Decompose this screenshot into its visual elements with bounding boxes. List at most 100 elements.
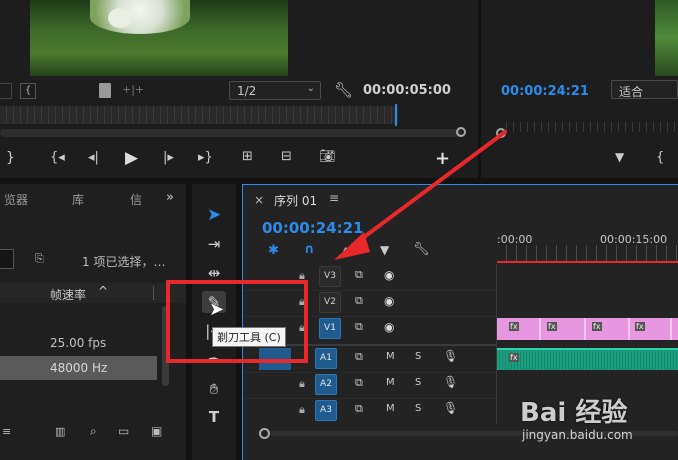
work-area-bar[interactable] [497, 261, 678, 263]
step-forward-icon[interactable]: |▸ [163, 150, 174, 165]
source-monitor-video [655, 0, 678, 76]
sync-lock-icon[interactable]: ⧉ [355, 350, 363, 364]
step-back-icon[interactable]: ◂| [88, 150, 99, 165]
column-separator[interactable] [153, 286, 154, 300]
video-track-v3: 🔒︎ V3 ⧉ ◉ [243, 264, 678, 290]
flower-image [90, 0, 190, 34]
program-scrub-bar[interactable] [0, 106, 398, 124]
mute-button[interactable]: M [386, 351, 395, 362]
play-icon[interactable]: ▶ [125, 148, 138, 168]
type-tool-icon[interactable]: T [202, 406, 226, 428]
project-panel [0, 184, 186, 460]
fx-badge: fx [635, 322, 645, 331]
program-timecode: 00:00:05:00 [363, 83, 451, 98]
wrench-icon[interactable]: 🔧︎ [334, 81, 353, 99]
track-label-a2[interactable]: A2 [315, 374, 337, 395]
selection-tool-icon[interactable]: ➤ [202, 204, 226, 226]
source-bracket-icon[interactable]: { [656, 150, 664, 165]
solo-button[interactable]: S [415, 377, 421, 388]
snap-nest-icon[interactable]: ✱ [268, 243, 279, 258]
new-item-icon[interactable]: ▣ [151, 424, 162, 438]
video-clip-5[interactable] [672, 318, 678, 340]
flower-bud [108, 8, 132, 28]
mouse-cursor-icon: ➤ [209, 299, 225, 320]
sync-lock-icon[interactable]: ⧉ [355, 402, 363, 416]
fit-dropdown[interactable]: 适合 [611, 80, 678, 99]
resolution-value: 1/2 [237, 84, 257, 98]
video-clip-1[interactable]: fx [497, 318, 541, 340]
ruler-label-15s: 00:00:15:00 [600, 233, 668, 246]
snap-magnet-icon[interactable]: ∩ [304, 242, 315, 257]
bracket-out-icon[interactable]: } [6, 150, 15, 166]
timeline-zoom-handle[interactable] [259, 428, 270, 439]
marker-bracket-icon[interactable]: { [20, 83, 36, 99]
annotation-arrow [334, 130, 507, 260]
track-divider [243, 398, 496, 399]
source-ruler[interactable] [500, 122, 678, 132]
cell-samplerate: 48000 Hz [50, 361, 108, 375]
go-to-in-icon[interactable]: {◂ [50, 150, 65, 165]
project-search-field[interactable] [0, 249, 14, 269]
tab-info[interactable]: 信 [130, 191, 142, 208]
go-to-out-icon[interactable]: ▸} [198, 150, 213, 165]
column-header-framerate[interactable]: 帧速率 [50, 286, 86, 303]
sync-lock-icon[interactable]: ⧉ [355, 268, 363, 282]
film-icon[interactable] [99, 83, 111, 98]
sequence-tab[interactable]: 序列 01 [274, 192, 317, 209]
overwrite-icon[interactable]: ⊟ [281, 149, 292, 164]
freeform-icon[interactable]: ▥ [55, 425, 65, 438]
sync-lock-icon[interactable]: ⧉ [355, 320, 363, 334]
lock-icon[interactable]: 🔒︎ [299, 377, 305, 391]
fx-badge: fx [547, 322, 557, 331]
keyframe-icon[interactable]: +|+ [122, 83, 144, 96]
microphone-icon[interactable]: 🎙︎ [443, 349, 458, 363]
watermark-brand: Bai 经验 [520, 398, 628, 428]
tab-media-browser[interactable]: 览器 [4, 191, 28, 208]
tab-libraries[interactable]: 库 [72, 191, 84, 208]
track-label-v1[interactable]: V1 [319, 318, 341, 339]
sort-asc-icon[interactable]: ^ [98, 284, 108, 298]
search-icon[interactable]: ⌕ [90, 424, 97, 439]
eye-icon[interactable]: ◉ [384, 268, 394, 282]
program-playhead[interactable] [395, 104, 397, 126]
video-clip-3[interactable]: fx [586, 318, 630, 340]
video-clip-2[interactable]: fx [541, 318, 586, 340]
audio-clip-a1[interactable]: fx [497, 348, 678, 370]
chevron-down-icon: ⌄ [306, 83, 315, 94]
video-track-v2: 🔒︎ V2 ⧉ ◉ [243, 290, 678, 316]
track-header-divider [496, 264, 497, 424]
track-select-tool-icon[interactable]: ⇥ [202, 233, 226, 255]
video-clip-4[interactable]: fx [630, 318, 672, 340]
audio-track-a3: 🔒︎ A3 ⧉ M S 🎙︎ [243, 398, 497, 424]
new-bin-icon[interactable]: ⎘ [35, 252, 44, 266]
eye-icon[interactable]: ◉ [384, 294, 394, 308]
list-view-icon[interactable]: ≡ [2, 425, 11, 438]
monitor-dropdown-left[interactable] [0, 83, 12, 99]
audio-track-a2: 🔒︎ A2 ⧉ M S 🎙︎ [243, 372, 497, 398]
hand-tool-icon[interactable]: ✋︎ [202, 378, 226, 400]
lock-icon[interactable]: 🔒︎ [299, 403, 305, 417]
track-divider [243, 372, 496, 373]
track-label-v3[interactable]: V3 [319, 266, 341, 287]
track-label-a3[interactable]: A3 [315, 400, 337, 421]
sync-lock-icon[interactable]: ⧉ [355, 294, 363, 308]
sync-lock-icon[interactable]: ⧉ [355, 376, 363, 390]
resolution-dropdown[interactable]: 1/2 ⌄ [229, 81, 321, 100]
panel-overflow-icon[interactable]: » [166, 190, 174, 205]
insert-icon[interactable]: ⊞ [242, 149, 253, 164]
microphone-icon[interactable]: 🎙︎ [443, 375, 458, 389]
source-marker-icon[interactable]: ▼ [615, 150, 624, 164]
timeline-ruler[interactable] [497, 245, 678, 261]
folder-icon[interactable]: ▭ [118, 424, 129, 438]
track-label-a1[interactable]: A1 [315, 348, 337, 369]
track-label-v2[interactable]: V2 [319, 292, 341, 313]
mute-button[interactable]: M [386, 403, 395, 414]
microphone-icon[interactable]: 🎙︎ [443, 401, 458, 415]
eye-icon[interactable]: ◉ [384, 320, 394, 334]
solo-button[interactable]: S [415, 351, 421, 362]
source-timecode[interactable]: 00:00:24:21 [501, 84, 589, 99]
mute-button[interactable]: M [386, 377, 395, 388]
close-tab-icon[interactable]: × [254, 193, 264, 207]
program-monitor-video [30, 0, 288, 76]
solo-button[interactable]: S [415, 403, 421, 414]
